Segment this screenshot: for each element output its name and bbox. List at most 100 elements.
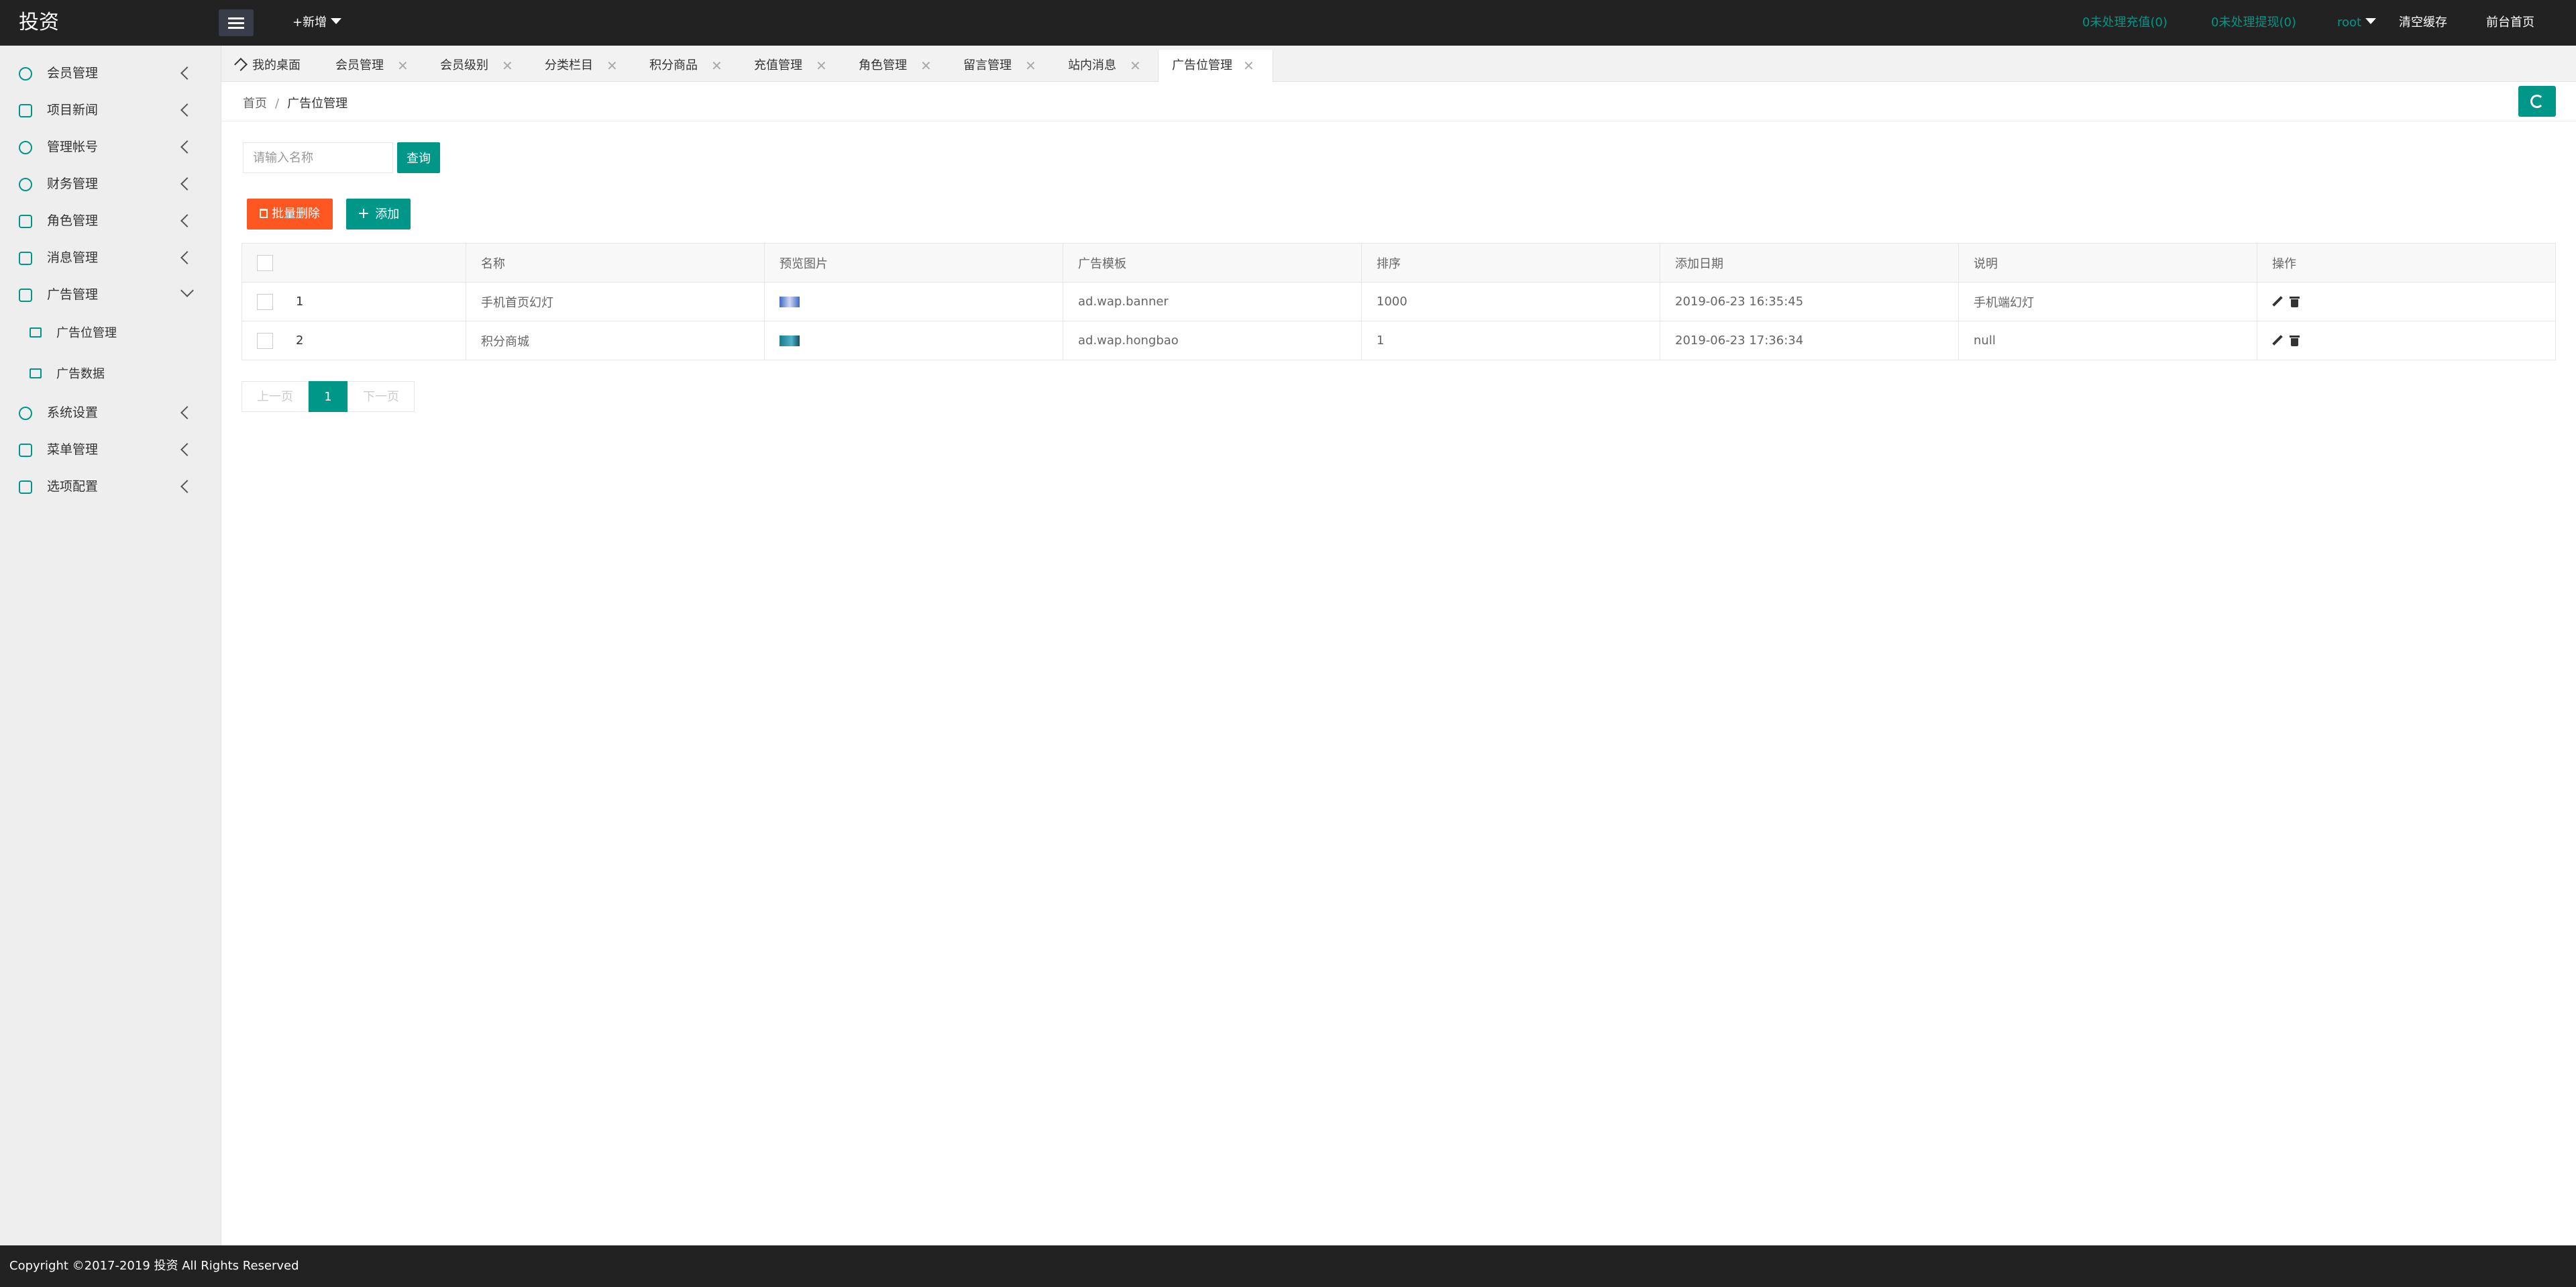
chevron-left-icon bbox=[180, 251, 194, 264]
tab-guestbook[interactable]: 留言管理 ✕ bbox=[963, 50, 1057, 82]
row-checkbox-cell: 1 bbox=[241, 282, 466, 321]
menu-toggle-button[interactable] bbox=[219, 9, 254, 36]
tab-ad-positions[interactable]: 广告位管理 ✕ bbox=[1158, 50, 1273, 82]
tab-label: 充值管理 bbox=[754, 58, 802, 72]
sidebar-subitem-label: 广告数据 bbox=[56, 367, 105, 381]
sidebar-item-menus[interactable]: 菜单管理 bbox=[0, 431, 221, 468]
sidebar-item-news[interactable]: 项目新闻 bbox=[0, 92, 221, 129]
pending-withdraw-link[interactable]: 0未处理提现(0) bbox=[2211, 0, 2296, 46]
batch-delete-button[interactable]: 批量删除 bbox=[247, 199, 333, 229]
tab-roles[interactable]: 角色管理 ✕ bbox=[859, 50, 953, 82]
refresh-button[interactable] bbox=[2518, 86, 2556, 117]
select-all-checkbox[interactable] bbox=[257, 254, 273, 271]
table-header-preview: 预览图片 bbox=[764, 243, 1063, 282]
tab-label: 积分商品 bbox=[649, 58, 698, 72]
tab-label: 留言管理 bbox=[963, 58, 1012, 72]
pending-recharge-link[interactable]: 0未处理充值(0) bbox=[2082, 0, 2167, 46]
message-icon bbox=[19, 252, 32, 265]
close-icon[interactable]: ✕ bbox=[606, 50, 618, 82]
search-input[interactable] bbox=[243, 142, 393, 173]
app-logo[interactable]: 投资 bbox=[19, 0, 59, 46]
prev-page-button[interactable]: 上一页 bbox=[241, 381, 309, 412]
account-icon bbox=[19, 141, 32, 154]
sidebar-item-ads[interactable]: 广告管理 bbox=[0, 276, 221, 313]
menu-icon bbox=[19, 444, 32, 457]
search-button[interactable]: 查询 bbox=[397, 142, 440, 173]
add-label: 添加 bbox=[375, 207, 400, 221]
tab-label: 会员级别 bbox=[440, 58, 488, 72]
user-menu[interactable]: root bbox=[2337, 0, 2377, 46]
table-row: 1 手机首页幻灯 ad.wap.banner 1000 2019-06-23 1… bbox=[241, 282, 2556, 321]
delete-icon[interactable] bbox=[2290, 336, 2300, 346]
sidebar-item-finance[interactable]: 财务管理 bbox=[0, 166, 221, 203]
table-header-row: 名称 预览图片 广告模板 排序 添加日期 说明 操作 bbox=[241, 243, 2556, 282]
chevron-left-icon bbox=[180, 103, 194, 117]
sidebar-subitem-ad-positions[interactable]: 广告位管理 bbox=[0, 313, 221, 354]
sidebar-item-label: 选项配置 bbox=[47, 479, 99, 494]
tab-site-messages[interactable]: 站内消息 ✕ bbox=[1068, 50, 1162, 82]
finance-icon bbox=[19, 178, 32, 191]
sidebar-item-label: 消息管理 bbox=[47, 250, 99, 265]
sidebar-item-label: 系统设置 bbox=[47, 405, 99, 420]
edit-icon[interactable] bbox=[2272, 336, 2283, 346]
delete-icon[interactable] bbox=[2290, 297, 2300, 307]
edit-icon[interactable] bbox=[2272, 297, 2283, 307]
row-checkbox-cell: 2 bbox=[241, 321, 466, 360]
hamburger-icon-line bbox=[228, 22, 244, 24]
front-home-link[interactable]: 前台首页 bbox=[2486, 0, 2534, 46]
close-icon[interactable]: ✕ bbox=[816, 50, 827, 82]
user-icon bbox=[19, 67, 32, 81]
preview-thumbnail[interactable] bbox=[780, 297, 800, 307]
tab-points-goods[interactable]: 积分商品 ✕ bbox=[649, 50, 743, 82]
close-icon[interactable]: ✕ bbox=[920, 50, 932, 82]
sidebar-item-roles[interactable]: 角色管理 bbox=[0, 203, 221, 240]
close-icon[interactable]: ✕ bbox=[711, 50, 722, 82]
tab-members[interactable]: 会员管理 ✕ bbox=[335, 50, 429, 82]
sidebar-item-accounts[interactable]: 管理帐号 bbox=[0, 129, 221, 166]
shield-icon bbox=[19, 215, 32, 228]
add-button[interactable]: + 添加 bbox=[346, 199, 411, 229]
sidebar-item-messages[interactable]: 消息管理 bbox=[0, 240, 221, 276]
sidebar-item-members[interactable]: 会员管理 bbox=[0, 55, 221, 92]
tab-my-desktop[interactable]: 我的桌面 bbox=[234, 50, 323, 82]
next-page-button[interactable]: 下一页 bbox=[347, 381, 415, 412]
tab-categories[interactable]: 分类栏目 ✕ bbox=[545, 50, 639, 82]
tab-label: 广告位管理 bbox=[1172, 58, 1232, 72]
add-new-menu[interactable]: +新增 bbox=[292, 0, 342, 46]
sidebar-item-label: 财务管理 bbox=[47, 176, 99, 191]
sidebar-item-system-settings[interactable]: 系统设置 bbox=[0, 395, 221, 431]
tab-label: 角色管理 bbox=[859, 58, 907, 72]
chevron-left-icon bbox=[180, 66, 194, 80]
trash-icon bbox=[260, 209, 268, 218]
tab-label: 我的桌面 bbox=[252, 58, 301, 72]
page-1-button[interactable]: 1 bbox=[309, 381, 347, 412]
row-checkbox[interactable] bbox=[257, 293, 273, 310]
tab-label: 会员管理 bbox=[335, 58, 384, 72]
close-icon[interactable]: ✕ bbox=[1130, 50, 1141, 82]
tab-label: 分类栏目 bbox=[545, 58, 593, 72]
tab-member-levels[interactable]: 会员级别 ✕ bbox=[440, 50, 534, 82]
close-icon[interactable]: ✕ bbox=[502, 50, 513, 82]
close-icon[interactable]: ✕ bbox=[397, 50, 409, 82]
close-icon[interactable]: ✕ bbox=[1025, 50, 1036, 82]
breadcrumb-current: 广告位管理 bbox=[287, 97, 348, 111]
clear-cache-link[interactable]: 清空缓存 bbox=[2399, 0, 2447, 46]
sidebar-subitem-ad-data[interactable]: 广告数据 bbox=[0, 354, 221, 395]
caret-down-icon bbox=[2365, 18, 2377, 24]
close-icon[interactable]: ✕ bbox=[1243, 50, 1254, 82]
sidebar-item-label: 项目新闻 bbox=[47, 103, 99, 117]
plus-icon: + bbox=[357, 205, 370, 222]
row-sort: 1 bbox=[1361, 321, 1660, 360]
row-date: 2019-06-23 16:35:45 bbox=[1660, 282, 1959, 321]
table-header-sort: 排序 bbox=[1361, 243, 1660, 282]
row-checkbox[interactable] bbox=[257, 332, 273, 349]
row-name: 手机首页幻灯 bbox=[466, 282, 765, 321]
tab-recharge[interactable]: 充值管理 ✕ bbox=[754, 50, 848, 82]
sidebar-item-options[interactable]: 选项配置 bbox=[0, 468, 221, 505]
table-header-actions: 操作 bbox=[2257, 243, 2556, 282]
breadcrumb-home[interactable]: 首页 bbox=[243, 97, 267, 111]
hamburger-icon-line bbox=[228, 27, 244, 29]
preview-thumbnail[interactable] bbox=[780, 336, 800, 346]
footer-copyright: Copyright ©2017-2019 投资 All Rights Reser… bbox=[0, 1245, 2576, 1287]
chevron-left-icon bbox=[180, 177, 194, 191]
